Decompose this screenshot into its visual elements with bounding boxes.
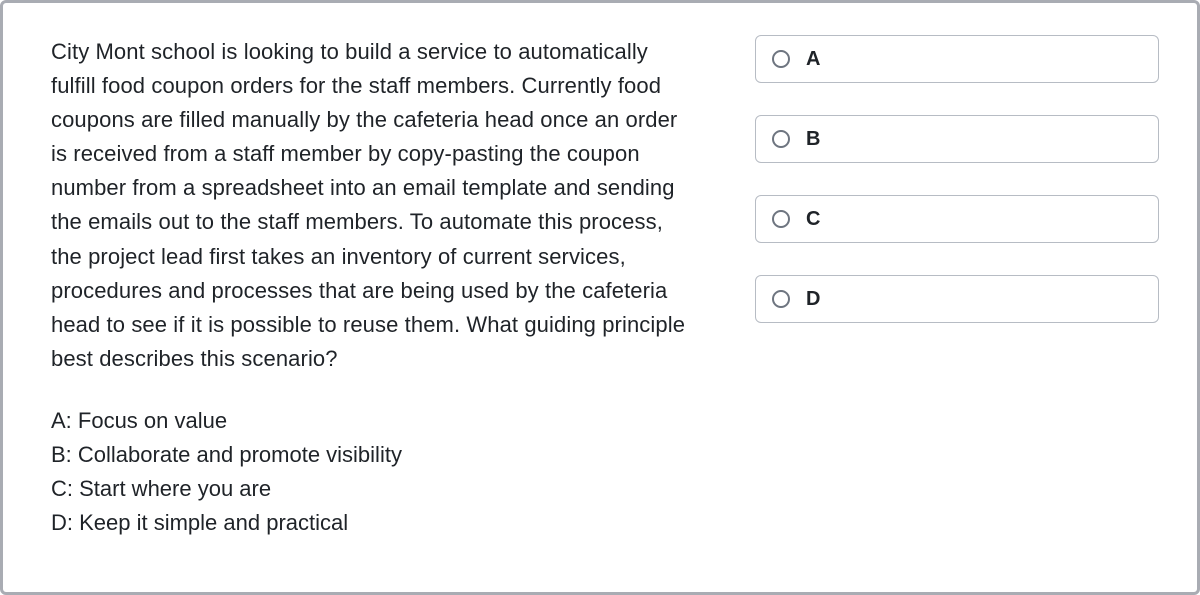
question-card: City Mont school is looking to build a s… xyxy=(0,0,1200,595)
option-a[interactable]: A xyxy=(755,35,1159,83)
choice-b-text: B: Collaborate and promote visibility xyxy=(51,438,691,472)
radio-icon xyxy=(772,210,790,228)
radio-icon xyxy=(772,290,790,308)
option-b[interactable]: B xyxy=(755,115,1159,163)
option-b-label: B xyxy=(806,128,820,151)
choice-a-text: A: Focus on value xyxy=(51,404,691,438)
choice-c-text: C: Start where you are xyxy=(51,472,691,506)
question-panel: City Mont school is looking to build a s… xyxy=(51,35,691,560)
question-text: City Mont school is looking to build a s… xyxy=(51,35,691,376)
choices-block: A: Focus on value B: Collaborate and pro… xyxy=(51,404,691,540)
answer-panel: A B C D xyxy=(755,35,1159,560)
option-a-label: A xyxy=(806,48,820,71)
option-c-label: C xyxy=(806,208,820,231)
option-d-label: D xyxy=(806,288,820,311)
choice-d-text: D: Keep it simple and practical xyxy=(51,506,691,540)
radio-icon xyxy=(772,130,790,148)
option-c[interactable]: C xyxy=(755,195,1159,243)
option-d[interactable]: D xyxy=(755,275,1159,323)
radio-icon xyxy=(772,50,790,68)
